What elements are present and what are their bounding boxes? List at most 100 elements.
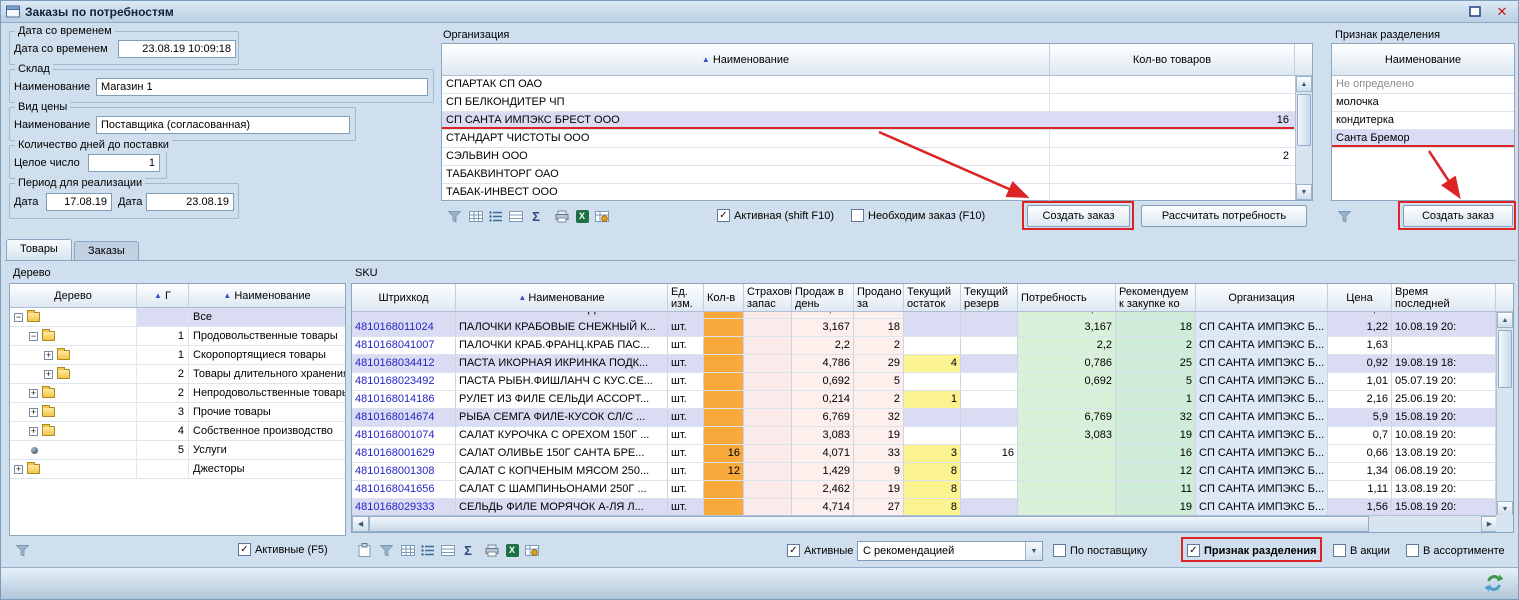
sku-vertical-scrollbar[interactable]: ▲ ▼ xyxy=(1496,312,1513,517)
sku-row[interactable]: 4810168001308САЛАТ С КОПЧЕНЫМ МЯСОМ 250.… xyxy=(352,463,1496,481)
column-header-count[interactable]: Кол-во товаров xyxy=(1050,44,1295,75)
chevron-down-icon[interactable]: ▼ xyxy=(1025,542,1042,560)
paste-icon[interactable] xyxy=(355,541,373,559)
sku-column-header[interactable]: ▲Наименование xyxy=(456,284,668,311)
split-row[interactable]: Санта Бремор xyxy=(1332,130,1514,148)
tree-row[interactable]: 5Услуги xyxy=(10,441,345,460)
tree-row[interactable]: −1Продовольственные товары xyxy=(10,327,345,346)
sku-row[interactable]: 4810168014674РЫБА СЕМГА ФИЛЕ-КУСОК СЛ/С … xyxy=(352,409,1496,427)
organization-row[interactable]: ТАБАКВИНТОРГ ОАО xyxy=(442,166,1312,184)
expand-icon[interactable]: + xyxy=(14,465,23,474)
scroll-thumb[interactable] xyxy=(1498,330,1512,388)
excel-icon[interactable]: X xyxy=(573,207,591,225)
column-header-group[interactable]: ▲ Г xyxy=(137,284,189,307)
price-kind-input[interactable]: Поставщика (согласованная) xyxy=(96,116,350,134)
sku-column-header[interactable]: Рекомендуемк закупке ко xyxy=(1116,284,1196,311)
tab-zakazy[interactable]: Заказы xyxy=(74,241,139,261)
filter-icon[interactable] xyxy=(445,207,463,225)
sku-row[interactable]: 4810168041007ПАЛОЧКИ КРАБ.ФРАНЦ.КРАБ ПАС… xyxy=(352,337,1496,355)
sku-column-header[interactable]: Проданоза xyxy=(854,284,904,311)
grid-icon[interactable] xyxy=(399,541,417,559)
split-row[interactable]: молочка xyxy=(1332,94,1514,112)
column-header-name[interactable]: ▲ Наименование xyxy=(442,44,1050,75)
sku-column-header[interactable]: Продаж вдень xyxy=(792,284,854,311)
tree-row[interactable]: +4Собственное производство xyxy=(10,422,345,441)
sum-icon[interactable]: Σ xyxy=(459,541,477,559)
sku-column-header[interactable]: Кол-в xyxy=(704,284,744,311)
subtotal-icon[interactable] xyxy=(507,207,525,225)
sku-row[interactable]: 4810168001629САЛАТ ОЛИВЬЕ 150Г САНТА БРЕ… xyxy=(352,445,1496,463)
period-from-input[interactable]: 17.08.19 xyxy=(46,193,112,211)
collapse-icon[interactable]: − xyxy=(14,313,23,322)
scroll-thumb[interactable] xyxy=(369,516,1369,532)
expand-icon[interactable]: + xyxy=(44,351,53,360)
sku-column-header[interactable]: Штрихкод xyxy=(352,284,456,311)
tree-row[interactable]: −Все xyxy=(10,308,345,327)
expand-icon[interactable]: + xyxy=(29,389,38,398)
filter-icon[interactable] xyxy=(1335,207,1353,225)
split-row[interactable]: Не определено xyxy=(1332,76,1514,94)
print-icon[interactable] xyxy=(553,207,571,225)
organization-row[interactable]: СП САНТА ИМПЭКС БРЕСТ ООО16 xyxy=(442,112,1312,130)
sku-column-header[interactable]: Текущийрезерв xyxy=(961,284,1018,311)
datetime-input[interactable]: 23.08.19 10:09:18 xyxy=(118,40,236,58)
column-header-name[interactable]: ▲ Наименование xyxy=(189,284,345,307)
sku-column-header[interactable]: Цена xyxy=(1328,284,1392,311)
assortment-checkbox[interactable]: В ассортименте xyxy=(1406,544,1505,557)
sku-row[interactable]: 4810168034412ПАСТА ИКОРНАЯ ИКРИНКА ПОДК.… xyxy=(352,355,1496,373)
column-header-tree[interactable]: Дерево xyxy=(10,284,137,307)
by-supplier-checkbox[interactable]: По поставщику xyxy=(1053,544,1147,557)
maximize-button[interactable] xyxy=(1464,3,1486,20)
excel-icon[interactable]: X xyxy=(503,541,521,559)
split-row[interactable]: кондитерка xyxy=(1332,112,1514,130)
create-order-split-button[interactable]: Создать заказ xyxy=(1403,205,1513,227)
tree-row[interactable]: +1Скоропортящиеся товары xyxy=(10,346,345,365)
need-order-checkbox[interactable]: Необходим заказ (F10) xyxy=(851,209,985,222)
create-order-button[interactable]: Создать заказ xyxy=(1027,205,1130,227)
calculate-need-button[interactable]: Рассчитать потребность xyxy=(1141,205,1307,227)
sku-row[interactable]: 4810168001074САЛАТ КУРОЧКА С ОРЕХОМ 150Г… xyxy=(352,427,1496,445)
promo-checkbox[interactable]: В акции xyxy=(1333,544,1390,557)
expand-icon[interactable]: + xyxy=(29,427,38,436)
filter-icon[interactable] xyxy=(377,541,395,559)
print-icon[interactable] xyxy=(483,541,501,559)
refresh-icon[interactable] xyxy=(1482,571,1506,595)
organization-row[interactable]: СЭЛЬВИН ООО2 xyxy=(442,148,1312,166)
grid-icon[interactable] xyxy=(467,207,485,225)
active-sku-checkbox[interactable]: ✓ Активные xyxy=(787,544,853,557)
sku-column-header[interactable]: Потребность xyxy=(1018,284,1116,311)
table-settings-icon[interactable] xyxy=(523,541,541,559)
close-button[interactable]: ✕ xyxy=(1491,3,1513,20)
scroll-thumb[interactable] xyxy=(1297,94,1311,146)
scroll-up-button[interactable]: ▲ xyxy=(1296,76,1312,92)
sku-column-header[interactable]: Времяпоследней xyxy=(1392,284,1496,311)
scroll-down-button[interactable]: ▼ xyxy=(1296,184,1312,200)
sku-row[interactable]: МАСЛО ИКОРНОЕ СЕЛЬДЬ...ЧОК СЛ...шт.3,971… xyxy=(352,312,1496,319)
sku-column-header[interactable]: Ед.изм. xyxy=(668,284,704,311)
expand-icon[interactable]: + xyxy=(44,370,53,379)
tree-row[interactable]: +2Непродовольственные товары xyxy=(10,384,345,403)
active-tree-checkbox[interactable]: ✓ Активные (F5) xyxy=(238,543,328,556)
organization-row[interactable]: СП БЕЛКОНДИТЕР ЧП xyxy=(442,94,1312,112)
tab-tovary[interactable]: Товары xyxy=(6,239,72,261)
tree-row[interactable]: +2Товары длительного хранения xyxy=(10,365,345,384)
sku-column-header[interactable]: Организация xyxy=(1196,284,1328,311)
delivery-days-input[interactable]: 1 xyxy=(88,154,160,172)
numbered-list-icon[interactable] xyxy=(487,207,505,225)
organization-row[interactable]: ТАБАК-ИНВЕСТ ООО xyxy=(442,184,1312,202)
sku-row[interactable]: 4810168011024ПАЛОЧКИ КРАБОВЫЕ СНЕЖНЫЙ К.… xyxy=(352,319,1496,337)
organization-vertical-scrollbar[interactable]: ▲ ▼ xyxy=(1295,76,1312,200)
subtotal-icon[interactable] xyxy=(439,541,457,559)
sku-column-header[interactable]: Текущийостаток xyxy=(904,284,961,311)
table-settings-icon[interactable] xyxy=(593,207,611,225)
expand-icon[interactable]: + xyxy=(29,408,38,417)
sku-horizontal-scrollbar[interactable]: ◀ ▶ xyxy=(352,515,1498,532)
period-to-input[interactable]: 23.08.19 xyxy=(146,193,234,211)
sku-column-header[interactable]: Страховозапас xyxy=(744,284,792,311)
numbered-list-icon[interactable] xyxy=(419,541,437,559)
sku-row[interactable]: 4810168041656САЛАТ С ШАМПИНЬОНАМИ 250Г .… xyxy=(352,481,1496,499)
tree-row[interactable]: +Джесторы xyxy=(10,460,345,479)
column-header-name[interactable]: Наименование xyxy=(1332,44,1514,75)
warehouse-input[interactable]: Магазин 1 xyxy=(96,78,428,96)
collapse-icon[interactable]: − xyxy=(29,332,38,341)
